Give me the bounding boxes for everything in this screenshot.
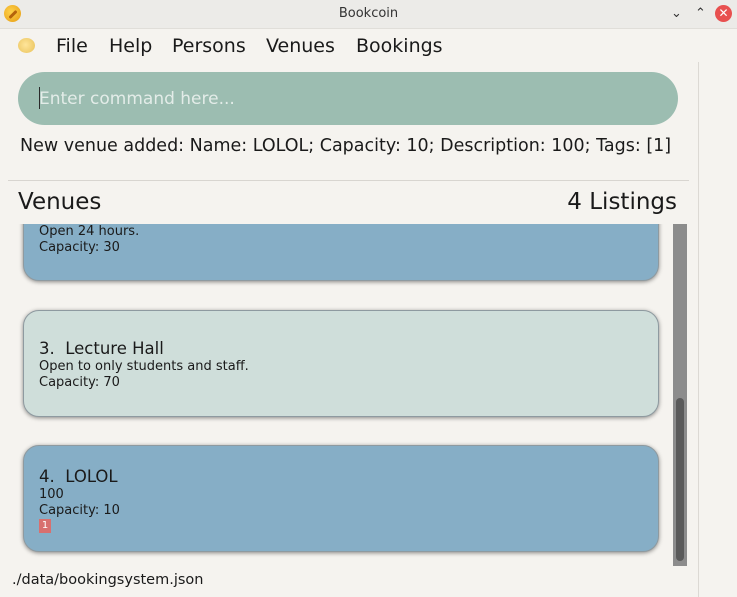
menu-persons[interactable]: Persons [172,35,246,57]
list-item[interactable]: Open 24 hours. Capacity: 30 [23,224,659,281]
venue-tag: 1 [39,519,51,533]
listing-count: 4 Listings [567,189,677,215]
venue-name: 3. Lecture Hall [39,339,164,358]
status-file-path: ./data/bookingsystem.json [12,572,204,588]
venue-capacity: Capacity: 10 [39,503,120,518]
scrollbar-thumb[interactable] [676,398,684,561]
venue-description: Open to only students and staff. [39,359,249,374]
panel-title: Venues [18,189,102,215]
list-item[interactable]: 4. LOLOL 100 Capacity: 10 1 [23,445,659,552]
maximize-icon[interactable]: ⌃ [692,5,709,22]
coin-logo-icon [18,38,35,53]
command-input[interactable] [39,82,649,115]
venue-description: Open 24 hours. [39,224,140,239]
venue-capacity: Capacity: 30 [39,240,120,255]
venue-name: 4. LOLOL [39,467,118,486]
menu-venues[interactable]: Venues [266,35,335,57]
separator [8,180,689,181]
list-item[interactable]: 3. Lecture Hall Open to only students an… [23,310,659,417]
close-icon[interactable]: ✕ [715,5,732,22]
venue-capacity: Capacity: 70 [39,375,120,390]
command-box[interactable] [18,72,678,125]
right-divider [698,62,699,597]
title-bar: Bookcoin ⌄ ⌃ ✕ [0,0,737,29]
result-message: New venue added: Name: LOLOL; Capacity: … [20,136,672,156]
scrollbar[interactable] [673,224,687,566]
menu-bookings[interactable]: Bookings [356,35,443,57]
menu-file[interactable]: File [56,35,88,57]
venue-description: 100 [39,487,64,502]
menu-help[interactable]: Help [109,35,152,57]
minimize-icon[interactable]: ⌄ [668,5,685,22]
menu-bar: File Help Persons Venues Bookings [0,29,737,62]
venue-list[interactable]: Open 24 hours. Capacity: 30 3. Lecture H… [8,224,672,566]
window-title: Bookcoin [338,6,399,21]
